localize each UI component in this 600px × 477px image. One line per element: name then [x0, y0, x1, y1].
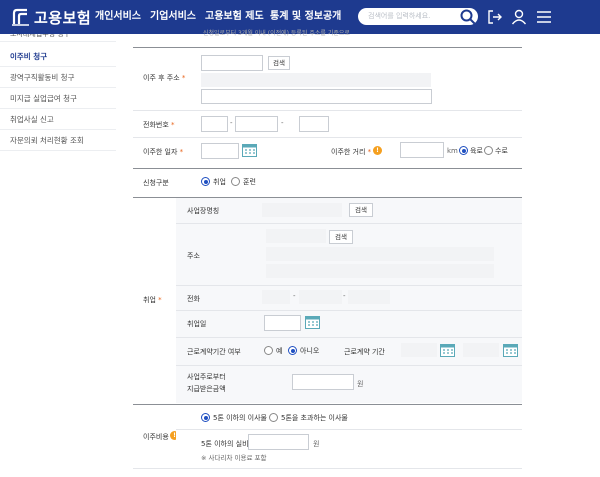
apply-employ-radio[interactable] [201, 177, 210, 186]
contract-no-radio[interactable] [288, 346, 297, 355]
address-detail-input[interactable] [201, 89, 432, 104]
dash: - [230, 119, 233, 127]
nav-personal[interactable]: 개인서비스 [95, 0, 141, 34]
phone2-label: 전화 [187, 295, 200, 303]
divider [133, 168, 522, 169]
divider [176, 337, 522, 338]
won-unit: 원 [313, 440, 320, 448]
phone-label: 전화번호 * [143, 121, 175, 129]
amount-label-line2: 지급받은금액 [187, 385, 226, 393]
land-radio[interactable] [459, 146, 468, 155]
address2-postcode [266, 229, 326, 243]
calendar-icon[interactable] [305, 315, 320, 329]
apply-train-radio[interactable] [231, 177, 240, 186]
calendar-icon[interactable] [440, 343, 455, 357]
cost-over5-label: 5톤을 초과하는 이사물 [281, 414, 348, 422]
contract-question-label: 근로계약기간 여부 [187, 348, 241, 356]
sidebar-item-unpaid-benefit[interactable]: 미지급 실업급여 청구 [0, 88, 116, 109]
cost-under5-label: 5톤 이하의 이사물 [213, 414, 267, 422]
apply-employ-label: 취업 [213, 178, 226, 186]
calendar-icon[interactable] [242, 143, 257, 157]
contract-yes-label: 예 [276, 347, 283, 355]
actual-cost-input[interactable] [248, 434, 309, 450]
sidebar-item-employment-report[interactable]: 취업사실 신고 [0, 109, 116, 130]
contract-no-label: 아니오 [300, 347, 320, 355]
divider [176, 310, 522, 311]
employ-date-label: 취업일 [187, 320, 207, 328]
address-label: 이주 후 주소 * [143, 74, 186, 82]
address2-label: 주소 [187, 252, 200, 260]
sidebar: 모사대체업무형 청구 이주비 청구 광역구직활동비 청구 미지급 실업급여 청구… [0, 34, 116, 151]
contract-start-input [401, 343, 437, 357]
employ-label: 취업 * [143, 296, 162, 304]
divider [133, 110, 522, 111]
phone-part3-input[interactable] [299, 116, 329, 132]
phone2-part3 [348, 290, 390, 304]
move-date-input[interactable] [201, 143, 239, 159]
actual-cost-label: 5톤 이하의 실비 [201, 440, 249, 448]
company-search-button[interactable]: 검색 [349, 203, 373, 217]
contract-period-label: 근로계약 기간 [344, 348, 385, 356]
divider [133, 468, 522, 469]
distance-label: 이주한 거리 * [331, 148, 372, 156]
calendar-icon[interactable] [503, 343, 518, 357]
divider [176, 429, 522, 430]
address2-readonly [266, 247, 494, 261]
apply-train-label: 훈련 [243, 178, 256, 186]
amount-label-line1: 사업주로부터 [187, 373, 226, 381]
sea-label: 수로 [495, 147, 508, 155]
address2-search-button[interactable]: 검색 [329, 230, 353, 244]
dash: - [343, 292, 346, 300]
won-unit: 원 [357, 380, 364, 388]
cost-over5-radio[interactable] [269, 413, 278, 422]
apply-type-label: 신청구분 [143, 179, 169, 187]
dash: - [293, 292, 296, 300]
sidebar-item-substitute[interactable]: 모사대체업무형 청구 [0, 34, 116, 42]
cost-under5-radio[interactable] [201, 413, 210, 422]
address-readonly [201, 73, 431, 87]
postcode-input[interactable] [201, 55, 263, 71]
info-icon[interactable]: ! [373, 146, 382, 155]
sea-radio[interactable] [484, 146, 493, 155]
company-label: 사업장명칭 [187, 207, 220, 215]
contract-end-input [463, 343, 499, 357]
sidebar-item-moving-cost[interactable]: 이주비 청구 [0, 46, 116, 67]
user-icon[interactable] [510, 8, 528, 26]
search-placeholder: 검색어를 입력하세요. [368, 12, 431, 20]
divider [176, 365, 522, 366]
search-icon[interactable] [459, 8, 477, 26]
address-search-button[interactable]: 검색 [268, 56, 290, 70]
contract-yes-radio[interactable] [264, 346, 273, 355]
logo-icon [12, 8, 29, 26]
land-label: 육로 [470, 147, 483, 155]
nav-business[interactable]: 기업서비스 [150, 0, 196, 34]
logo[interactable]: 고용보험 [11, 5, 91, 29]
phone-part2-input[interactable] [235, 116, 278, 132]
moving-cost-label: 이주비용 [143, 433, 169, 441]
company-readonly [262, 203, 342, 217]
sidebar-item-consult-status[interactable]: 자문의뢰 처리현황 조회 [0, 130, 116, 151]
dash: - [281, 119, 284, 127]
divider [176, 285, 522, 286]
divider [133, 47, 522, 48]
divider [176, 223, 522, 224]
amount-input[interactable] [292, 374, 354, 390]
km-unit: km [447, 147, 458, 155]
sidebar-item-job-search-cost[interactable]: 광역구직활동비 청구 [0, 67, 116, 88]
menu-icon[interactable] [535, 8, 553, 26]
phone2-part1 [262, 290, 290, 304]
phone-part1-input[interactable] [201, 116, 228, 132]
distance-input[interactable] [400, 142, 444, 158]
logo-text: 고용보험 [34, 8, 92, 27]
ladder-note: ※ 사다리차 이용료 포함 [201, 454, 267, 462]
logout-icon[interactable] [486, 8, 504, 26]
address2-detail [266, 264, 494, 278]
employ-date-input[interactable] [264, 315, 301, 331]
top-note: 신청일로부터 3개월 이내 (이전에) 등록된 주소를 기준으로 [203, 30, 350, 37]
divider [133, 137, 522, 138]
move-date-label: 이주한 일자 * [143, 148, 184, 156]
phone2-part2 [299, 290, 342, 304]
